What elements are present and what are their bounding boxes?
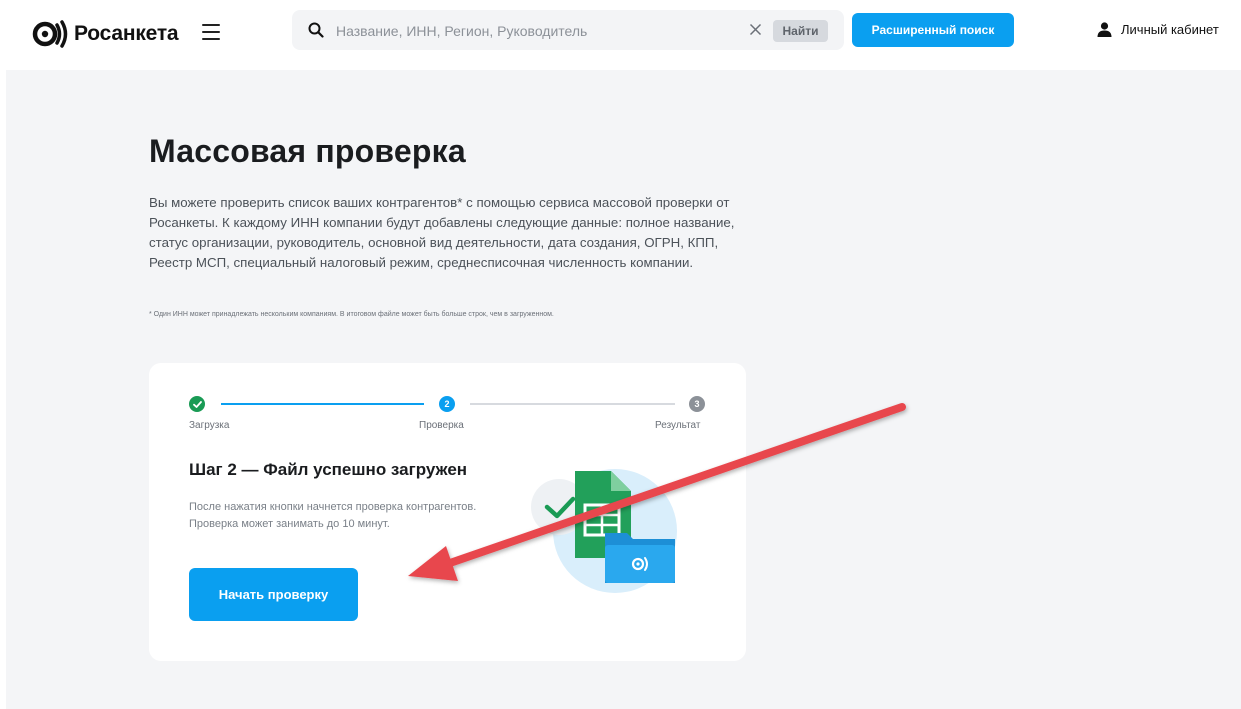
header: Росанкета Найти Расширенный поиск Личный… xyxy=(0,0,1241,70)
step-1-label: Загрузка xyxy=(189,420,230,431)
personal-cabinet-link[interactable]: Личный кабинет xyxy=(1097,22,1219,37)
footnote: * Один ИНН может принадлежать нескольким… xyxy=(149,311,554,318)
search-icon xyxy=(308,22,324,38)
menu-icon[interactable] xyxy=(202,24,220,42)
file-upload-illustration xyxy=(531,469,677,593)
search-bar: Найти xyxy=(292,10,844,50)
logo-text: Росанкета xyxy=(74,22,179,45)
folder-icon xyxy=(605,533,675,583)
advanced-search-button[interactable]: Расширенный поиск xyxy=(852,13,1014,47)
start-check-button[interactable]: Начать проверку xyxy=(189,568,358,621)
step-3-label: Результат xyxy=(655,420,701,431)
check-card: 2 3 Загрузка Проверка Результат Шаг 2 — … xyxy=(149,363,746,661)
logo-icon xyxy=(32,20,68,48)
step-2-indicator: 2 xyxy=(439,396,455,412)
check-icon xyxy=(192,400,202,408)
step-progress-line-2 xyxy=(470,403,675,405)
find-button[interactable]: Найти xyxy=(773,20,828,42)
personal-cabinet-label: Личный кабинет xyxy=(1121,22,1219,37)
close-icon[interactable] xyxy=(749,23,762,36)
page-title: Массовая проверка xyxy=(149,133,466,169)
step-progress-line-1 xyxy=(221,403,424,405)
step-3-indicator: 3 xyxy=(689,396,705,412)
card-title: Шаг 2 — Файл успешно загружен xyxy=(189,460,468,479)
step-2-label: Проверка xyxy=(419,420,464,431)
step-1-check-icon xyxy=(189,396,205,412)
user-icon xyxy=(1097,22,1112,37)
search-input[interactable] xyxy=(334,18,718,44)
logo[interactable]: Росанкета xyxy=(32,17,179,51)
card-text: После нажатия кнопки начнется проверка к… xyxy=(189,501,477,530)
page-description: Вы можете проверить список ваших контраг… xyxy=(149,195,735,270)
